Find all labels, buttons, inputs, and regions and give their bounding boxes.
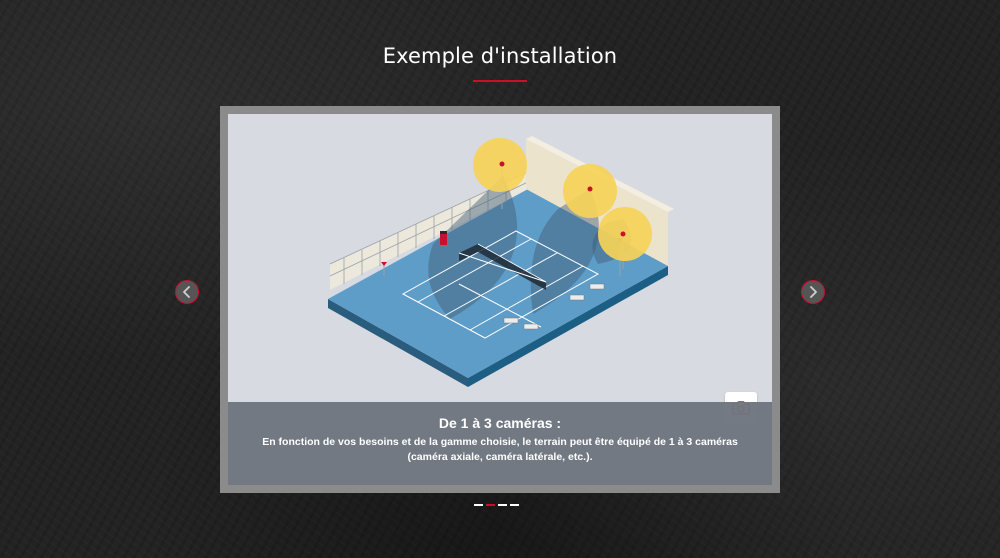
- chevron-right-icon: [810, 286, 817, 298]
- caption-text: En fonction de vos besoins et de la gamm…: [262, 436, 738, 463]
- carousel-prev-button[interactable]: [175, 280, 199, 304]
- carousel-dot-active[interactable]: [486, 504, 495, 506]
- title-underline: [473, 80, 527, 82]
- carousel-indicators: [474, 504, 519, 506]
- carousel-next-button[interactable]: [801, 280, 825, 304]
- chevron-left-icon: [183, 286, 190, 298]
- carousel-dot[interactable]: [498, 504, 507, 506]
- carousel-slide: De 1 à 3 caméras : En fonction de vos be…: [228, 114, 772, 485]
- slide-caption: De 1 à 3 caméras : En fonction de vos be…: [228, 402, 772, 485]
- carousel-dot[interactable]: [510, 504, 519, 506]
- caption-title: De 1 à 3 caméras :: [438, 415, 562, 431]
- section-title: Exemple d'installation: [382, 44, 618, 68]
- carousel-dot[interactable]: [474, 504, 483, 506]
- carousel-frame: De 1 à 3 caméras : En fonction de vos be…: [220, 106, 780, 493]
